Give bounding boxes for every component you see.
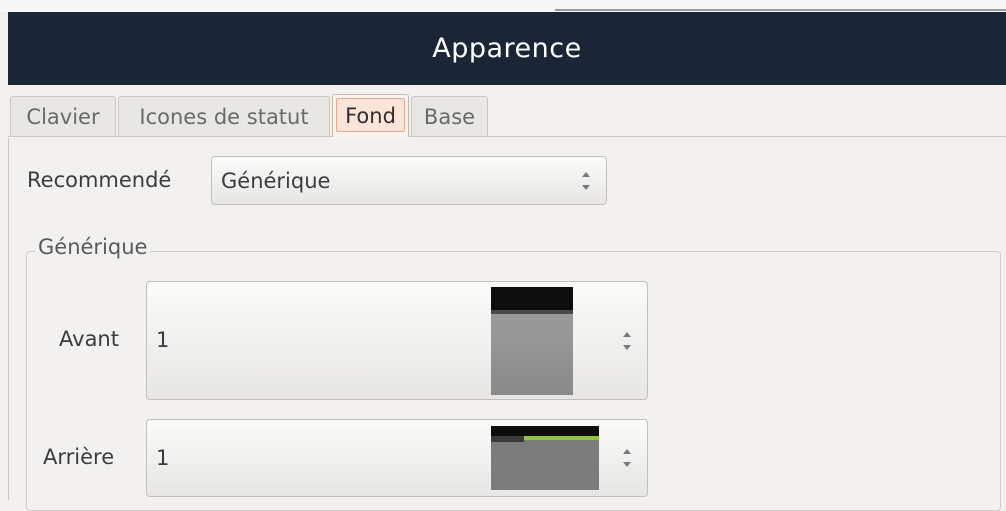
- tab-fond[interactable]: Fond: [332, 94, 409, 137]
- select-arrows-icon: [622, 332, 632, 350]
- generic-group-title: Générique: [35, 235, 151, 259]
- thumbnail-dark-band: [491, 436, 524, 442]
- front-select[interactable]: 1: [146, 281, 648, 400]
- recommended-select-value: Générique: [221, 169, 331, 193]
- front-label: Avant: [59, 327, 119, 351]
- front-select-value: 1: [156, 328, 170, 352]
- window-title: Apparence: [432, 33, 582, 64]
- tab-label: Clavier: [26, 104, 100, 129]
- tab-content-panel: Recommendé Générique Générique Avant 1 A…: [8, 138, 1006, 511]
- front-background-thumbnail: [491, 287, 573, 395]
- recommended-label: Recommendé: [27, 168, 172, 192]
- tab-icones-de-statut[interactable]: Icones de statut: [118, 96, 330, 136]
- tab-label: Fond: [345, 104, 396, 128]
- back-select[interactable]: 1: [146, 419, 648, 497]
- window-top-edge: [0, 0, 1006, 12]
- select-arrows-icon: [622, 449, 632, 467]
- top-edge-line: [555, 9, 1006, 11]
- tab-clavier[interactable]: Clavier: [10, 96, 116, 136]
- back-label: Arrière: [43, 445, 115, 469]
- select-arrows-icon: [581, 172, 591, 190]
- back-select-value: 1: [156, 446, 170, 470]
- tab-bar-divider: [8, 136, 1006, 137]
- tab-bar: Clavier Icones de statut Fond Base: [8, 92, 1006, 138]
- recommended-select[interactable]: Générique: [211, 156, 607, 205]
- back-background-thumbnail: [491, 426, 599, 490]
- thumbnail-green-bar: [524, 436, 599, 440]
- tab-label: Base: [423, 104, 476, 129]
- tab-label: Icones de statut: [139, 104, 309, 129]
- tab-base[interactable]: Base: [411, 96, 488, 136]
- window-title-bar: Apparence: [8, 12, 1006, 85]
